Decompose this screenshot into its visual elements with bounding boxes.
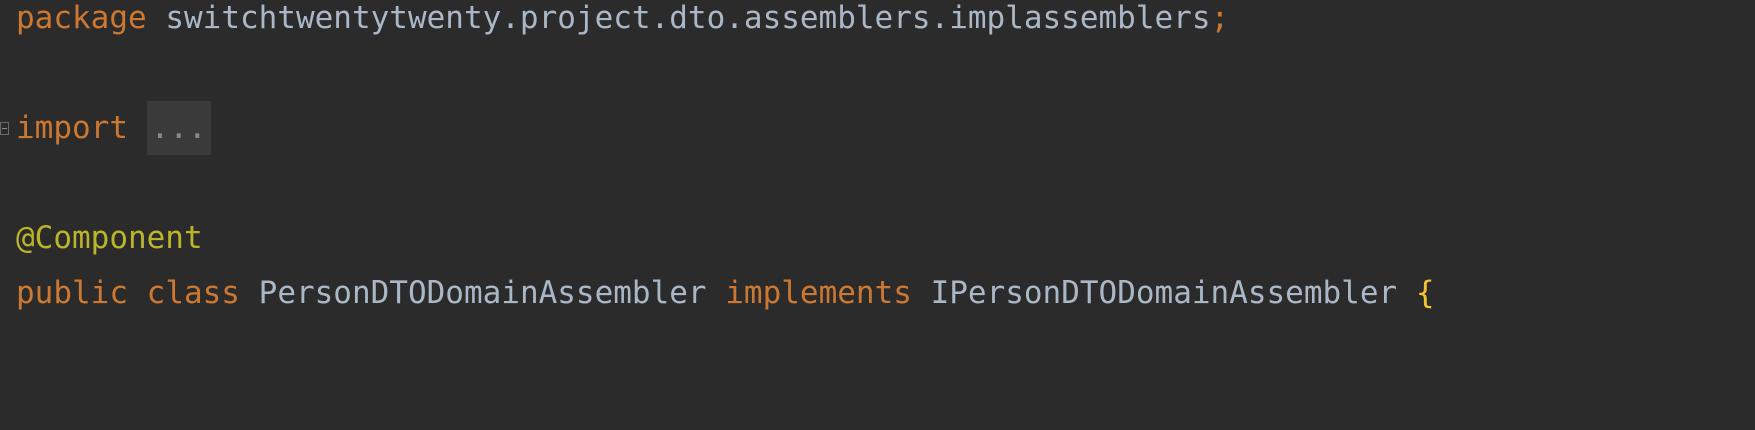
package-name: switchtwentytwenty.project.dto.assembler… — [165, 0, 1211, 36]
open-brace: { — [1415, 275, 1435, 311]
interface-name: IPersonDTODomainAssembler — [930, 275, 1398, 311]
keyword-class: class — [146, 275, 240, 311]
code-line-package[interactable]: package switchtwentytwenty.project.dto.a… — [16, 0, 1229, 41]
class-name: PersonDTODomainAssembler — [258, 275, 707, 311]
fold-collapse-icon[interactable] — [0, 122, 9, 135]
code-line-import[interactable]: import ... — [16, 101, 211, 155]
keyword-package: package — [16, 0, 147, 36]
code-line-class-declaration[interactable]: public class PersonDTODomainAssembler im… — [16, 270, 1435, 316]
keyword-implements: implements — [725, 275, 912, 311]
keyword-import: import — [16, 110, 128, 146]
code-line-annotation[interactable]: @Component — [16, 215, 203, 261]
keyword-public: public — [16, 275, 128, 311]
annotation-component: @Component — [16, 220, 203, 256]
semicolon: ; — [1210, 0, 1230, 36]
folded-imports-placeholder[interactable]: ... — [146, 101, 211, 155]
code-editor[interactable]: package switchtwentytwenty.project.dto.a… — [0, 0, 1755, 430]
